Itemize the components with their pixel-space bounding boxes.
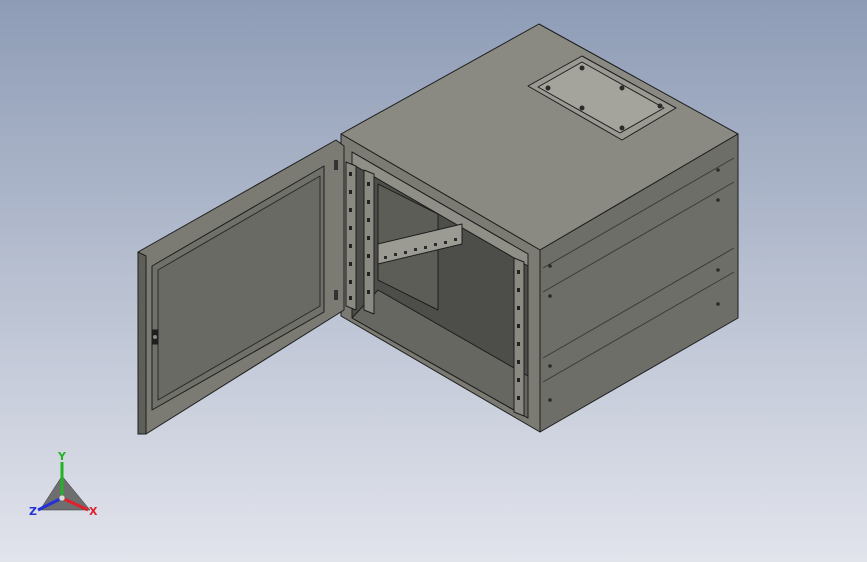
door-lock-icon	[153, 335, 157, 339]
left-rack-rail-front	[345, 161, 357, 311]
door-edge	[137, 251, 147, 435]
graphics-viewport[interactable]: X Y Z	[0, 0, 867, 562]
triad-origin	[58, 494, 66, 502]
triad-x-label: X	[89, 505, 98, 518]
right-rack-rail	[513, 257, 525, 417]
triad-z-label: Z	[29, 505, 37, 518]
triad-y-label: Y	[57, 450, 67, 463]
